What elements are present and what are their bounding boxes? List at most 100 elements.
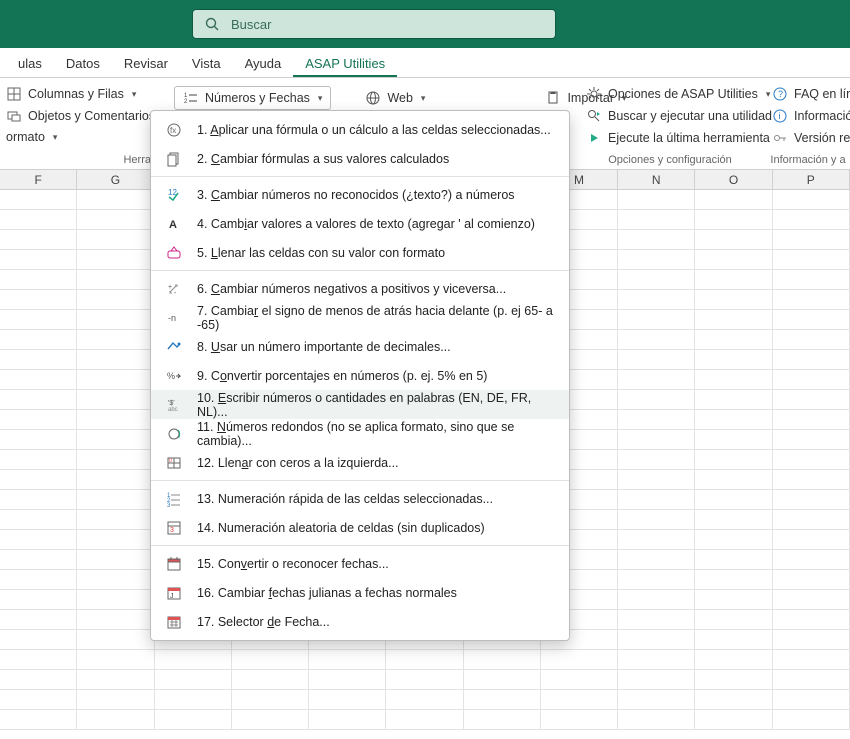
cell[interactable]: [77, 690, 154, 709]
cell[interactable]: [386, 690, 463, 709]
tab-asap-utilities[interactable]: ASAP Utilities: [293, 50, 397, 77]
cell[interactable]: [77, 230, 154, 249]
menu-item-1[interactable]: fx1. Aplicar una fórmula o un cálculo a …: [151, 115, 569, 144]
cell[interactable]: [77, 450, 154, 469]
cell[interactable]: [618, 330, 695, 349]
cell[interactable]: [773, 290, 850, 309]
cell[interactable]: [618, 190, 695, 209]
cell[interactable]: [155, 670, 232, 689]
tab-datos[interactable]: Datos: [54, 50, 112, 77]
menu-item-17[interactable]: 17. Selector de Fecha...: [151, 607, 569, 636]
cell[interactable]: [695, 670, 772, 689]
cell[interactable]: [773, 270, 850, 289]
cell[interactable]: [0, 470, 77, 489]
menu-item-9[interactable]: %9. Convertir porcentajes en números (p.…: [151, 361, 569, 390]
cell[interactable]: [232, 670, 309, 689]
column-header[interactable]: O: [695, 170, 772, 189]
cell[interactable]: [618, 450, 695, 469]
cell[interactable]: [618, 430, 695, 449]
cell[interactable]: [464, 670, 541, 689]
cell[interactable]: [618, 310, 695, 329]
format-button[interactable]: ormato▾: [0, 128, 155, 146]
cell[interactable]: [0, 490, 77, 509]
cell[interactable]: [0, 190, 77, 209]
cell[interactable]: [773, 650, 850, 669]
cell[interactable]: [773, 490, 850, 509]
cell[interactable]: [695, 210, 772, 229]
cell[interactable]: [695, 410, 772, 429]
cell[interactable]: [773, 670, 850, 689]
cell[interactable]: [618, 530, 695, 549]
cell[interactable]: [77, 490, 154, 509]
menu-item-2[interactable]: 2. Cambiar fórmulas a sus valores calcul…: [151, 144, 569, 173]
cell[interactable]: [773, 630, 850, 649]
cell[interactable]: [695, 650, 772, 669]
cell[interactable]: [541, 710, 618, 729]
cell[interactable]: [773, 350, 850, 369]
version-button[interactable]: Versión reg: [766, 128, 850, 148]
cell[interactable]: [77, 550, 154, 569]
cell[interactable]: [618, 270, 695, 289]
cell[interactable]: [618, 350, 695, 369]
cell[interactable]: [77, 250, 154, 269]
cell[interactable]: [0, 310, 77, 329]
tab-revisar[interactable]: Revisar: [112, 50, 180, 77]
cell[interactable]: [773, 450, 850, 469]
cell[interactable]: [464, 650, 541, 669]
cell[interactable]: [0, 270, 77, 289]
cell[interactable]: [464, 710, 541, 729]
cell[interactable]: [386, 650, 463, 669]
cell[interactable]: [695, 250, 772, 269]
cell[interactable]: [0, 350, 77, 369]
cell[interactable]: [0, 370, 77, 389]
cell[interactable]: [77, 610, 154, 629]
cell[interactable]: [77, 330, 154, 349]
menu-item-3[interactable]: 123. Cambiar números no reconocidos (¿te…: [151, 180, 569, 209]
cell[interactable]: [695, 370, 772, 389]
cell[interactable]: [695, 610, 772, 629]
cell[interactable]: [773, 190, 850, 209]
cell[interactable]: [695, 310, 772, 329]
search-box[interactable]: Buscar: [192, 9, 556, 39]
cell[interactable]: [77, 630, 154, 649]
cell[interactable]: [77, 390, 154, 409]
cell[interactable]: [618, 250, 695, 269]
cell[interactable]: [77, 670, 154, 689]
cell[interactable]: [618, 570, 695, 589]
cell[interactable]: [0, 330, 77, 349]
cell[interactable]: [773, 430, 850, 449]
cell[interactable]: [0, 290, 77, 309]
cell[interactable]: [773, 510, 850, 529]
cell[interactable]: [77, 190, 154, 209]
cell[interactable]: [77, 410, 154, 429]
cell[interactable]: [773, 230, 850, 249]
columns-rows-button[interactable]: Columnas y Filas▾: [0, 84, 155, 104]
cell[interactable]: [618, 410, 695, 429]
cell[interactable]: [773, 370, 850, 389]
cell[interactable]: [773, 710, 850, 729]
menu-item-4[interactable]: A4. Cambiar valores a valores de texto (…: [151, 209, 569, 238]
cell[interactable]: [618, 650, 695, 669]
cell[interactable]: [695, 630, 772, 649]
menu-item-15[interactable]: 15. Convertir o reconocer fechas...: [151, 549, 569, 578]
menu-item-12[interactable]: 012. Llenar con ceros a la izquierda...: [151, 448, 569, 477]
cell[interactable]: [695, 570, 772, 589]
cell[interactable]: [309, 650, 386, 669]
cell[interactable]: [309, 690, 386, 709]
cell[interactable]: [618, 290, 695, 309]
cell[interactable]: [695, 530, 772, 549]
cell[interactable]: [618, 390, 695, 409]
column-header[interactable]: N: [618, 170, 695, 189]
cell[interactable]: [77, 710, 154, 729]
cell[interactable]: [0, 710, 77, 729]
cell[interactable]: [695, 330, 772, 349]
cell[interactable]: [309, 670, 386, 689]
cell[interactable]: [0, 590, 77, 609]
column-header[interactable]: G: [77, 170, 154, 189]
tab-formulas[interactable]: ulas: [6, 50, 54, 77]
cell[interactable]: [386, 670, 463, 689]
cell[interactable]: [0, 250, 77, 269]
cell[interactable]: [386, 710, 463, 729]
cell[interactable]: [773, 570, 850, 589]
numbers-dates-button[interactable]: 12 Números y Fechas▾: [174, 86, 331, 110]
